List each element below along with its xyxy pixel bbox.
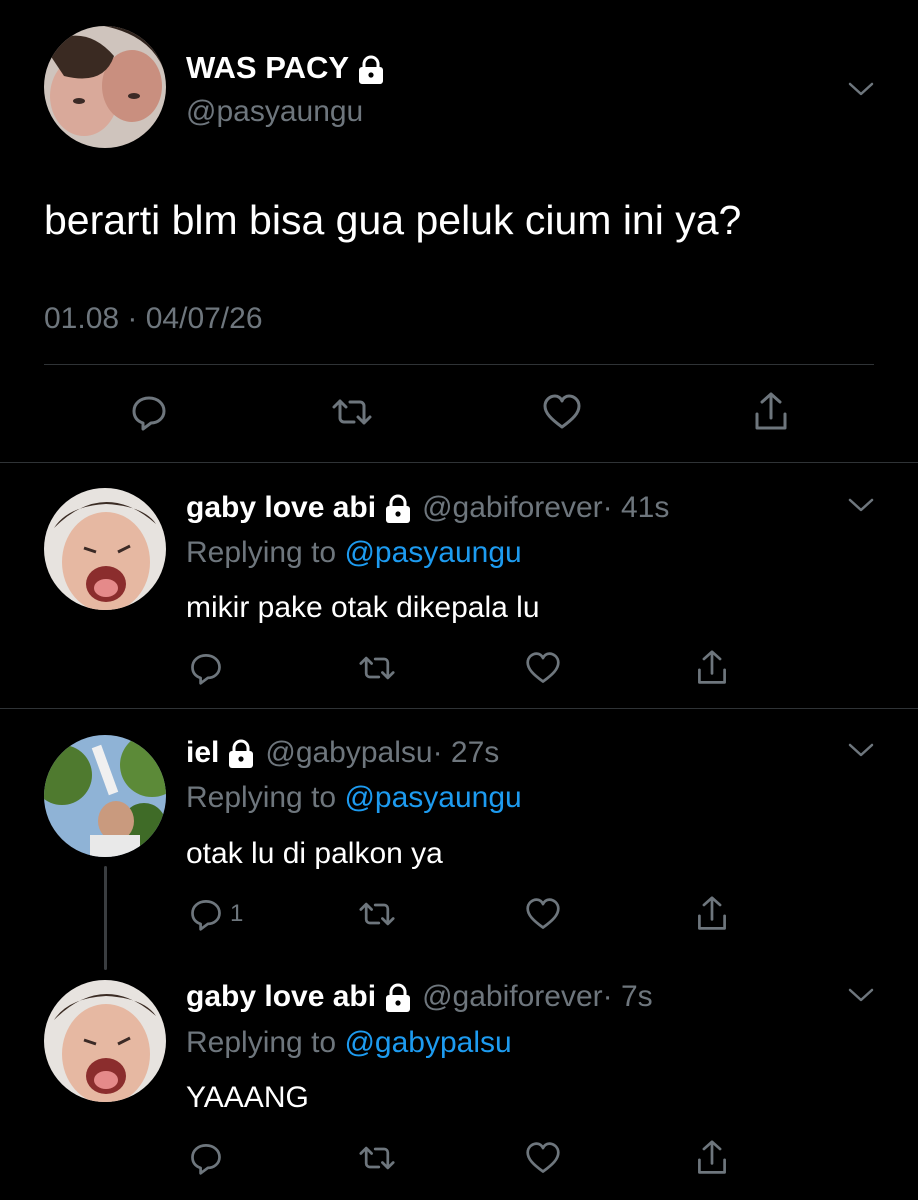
share-icon[interactable] <box>694 894 730 934</box>
replying-to-link[interactable]: @pasyaungu <box>344 536 521 569</box>
reply-time: · 41s <box>602 491 670 524</box>
lock-icon <box>386 494 411 524</box>
reply-count: 1 <box>230 900 244 927</box>
reply-text: otak lu di palkon ya <box>186 837 443 870</box>
divider <box>0 462 918 463</box>
main-handle[interactable]: @pasyaungu <box>186 94 363 130</box>
share-icon[interactable] <box>694 648 730 688</box>
reply-header: gaby love abi @gabiforever· 41s <box>186 490 669 526</box>
avatar-reply[interactable] <box>44 980 166 1102</box>
divider <box>44 364 874 365</box>
reply-handle[interactable]: @gabiforever <box>422 980 603 1013</box>
avatar-main[interactable] <box>44 26 166 148</box>
replying-to-label: Replying to <box>186 781 337 814</box>
chevron-down-icon[interactable] <box>847 495 875 515</box>
divider <box>0 708 918 709</box>
main-tweet-text: berarti blm bisa gua peluk cium ini ya? <box>44 197 742 243</box>
avatar-reply[interactable] <box>44 735 166 857</box>
retweet-icon[interactable] <box>357 650 397 686</box>
replying-to-label: Replying to <box>186 536 337 569</box>
retweet-icon[interactable] <box>330 392 374 432</box>
replying-to-label: Replying to <box>186 1026 337 1059</box>
replying-to-link[interactable]: @pasyaungu <box>344 781 521 814</box>
reply-icon[interactable] <box>188 650 224 686</box>
reply-handle[interactable]: @gabiforever <box>422 491 603 524</box>
replying-to: Replying to @pasyaungu <box>186 780 522 816</box>
chevron-down-icon[interactable] <box>847 79 875 99</box>
share-icon[interactable] <box>694 1138 730 1178</box>
lock-icon <box>359 55 384 84</box>
main-timestamp: 01.08 · 04/07/26 <box>44 302 263 335</box>
main-display-name[interactable]: WAS PACY <box>186 50 349 85</box>
replying-to: Replying to @gabypalsu <box>186 1025 512 1061</box>
reply-handle[interactable]: @gabypalsu <box>265 736 432 769</box>
thread-line <box>104 866 107 970</box>
heart-icon[interactable] <box>524 896 562 932</box>
reply-header: iel @gabypalsu· 27s <box>186 735 499 771</box>
share-icon[interactable] <box>751 390 791 434</box>
replying-to: Replying to @pasyaungu <box>186 535 522 571</box>
chevron-down-icon[interactable] <box>847 985 875 1005</box>
reply-text: YAAANG <box>186 1081 309 1114</box>
replying-to-link[interactable]: @gabypalsu <box>344 1026 511 1059</box>
chevron-down-icon[interactable] <box>847 740 875 760</box>
reply-time: · 27s <box>432 736 500 769</box>
retweet-icon[interactable] <box>357 896 397 932</box>
lock-icon <box>386 983 411 1013</box>
reply-icon[interactable] <box>188 896 224 932</box>
main-author[interactable]: WAS PACY <box>186 50 385 86</box>
reply-display-name[interactable]: gaby love abi <box>186 980 376 1013</box>
heart-icon[interactable] <box>524 1140 562 1176</box>
reply-time: · 7s <box>602 980 653 1013</box>
retweet-icon[interactable] <box>357 1140 397 1176</box>
reply-icon[interactable] <box>129 392 169 432</box>
reply-display-name[interactable]: gaby love abi <box>186 491 376 524</box>
heart-icon[interactable] <box>524 650 562 686</box>
reply-text: mikir pake otak dikepala lu <box>186 591 540 624</box>
lock-icon <box>229 739 254 769</box>
reply-header: gaby love abi @gabiforever· 7s <box>186 979 653 1015</box>
reply-display-name[interactable]: iel <box>186 736 219 769</box>
avatar-reply[interactable] <box>44 488 166 610</box>
reply-icon[interactable] <box>188 1140 224 1176</box>
heart-icon[interactable] <box>541 392 583 432</box>
